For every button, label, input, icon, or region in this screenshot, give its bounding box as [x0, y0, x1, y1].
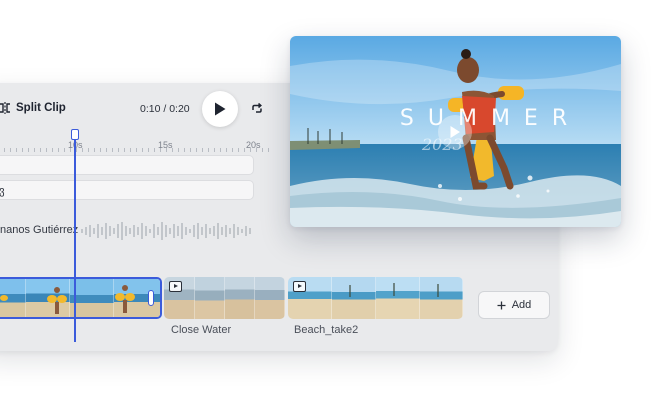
total-time: 0:20	[169, 103, 190, 115]
clip-frame	[195, 277, 225, 319]
clip-frame	[225, 277, 255, 319]
time-readout: 0:10 / 0:20	[140, 103, 190, 115]
loop-icon	[252, 102, 262, 113]
split-clip-button[interactable]: Split Clip	[0, 101, 66, 115]
track-empty[interactable]	[0, 155, 254, 175]
text-track[interactable]: ვ	[0, 180, 254, 200]
audio-waveform	[81, 222, 251, 240]
add-clip-button[interactable]: Add	[478, 291, 550, 319]
clip-frame	[255, 277, 285, 319]
split-clip-icon	[0, 102, 10, 114]
time-separator: /	[160, 103, 170, 115]
tick-label: 15s	[158, 140, 173, 150]
audio-track[interactable]: nanos Gutiérrez	[0, 218, 256, 244]
clip-label: Close Water	[171, 324, 232, 336]
video-clip-selected[interactable]	[0, 277, 162, 319]
video-clip-icon	[293, 281, 306, 292]
play-button[interactable]	[202, 91, 238, 127]
text-track-label: ვ	[0, 185, 5, 197]
preview-play-button[interactable]	[438, 115, 472, 149]
video-clip-beach-take2[interactable]	[288, 277, 463, 319]
play-icon	[450, 126, 460, 138]
tick-label: 20s	[246, 140, 261, 150]
clip-trim-handle[interactable]	[148, 290, 154, 306]
split-clip-label: Split Clip	[16, 102, 66, 114]
audio-track-label: nanos Gutiérrez	[0, 224, 79, 236]
loop-button[interactable]	[250, 102, 264, 121]
video-preview[interactable]: SUMMER 2023	[290, 36, 621, 227]
ruler-ticks	[0, 148, 270, 152]
plus-icon	[497, 301, 506, 309]
playhead-line[interactable]	[74, 130, 76, 342]
play-icon	[215, 102, 226, 116]
video-clip-close-water[interactable]	[164, 277, 285, 319]
clip-palms	[349, 283, 439, 297]
video-clip-icon	[169, 281, 182, 292]
add-button-label: Add	[511, 299, 532, 311]
current-time: 0:10	[140, 103, 161, 115]
clip-label: Beach_take2	[294, 324, 359, 336]
clip-figures	[0, 285, 135, 314]
playhead-handle[interactable]	[71, 129, 79, 140]
